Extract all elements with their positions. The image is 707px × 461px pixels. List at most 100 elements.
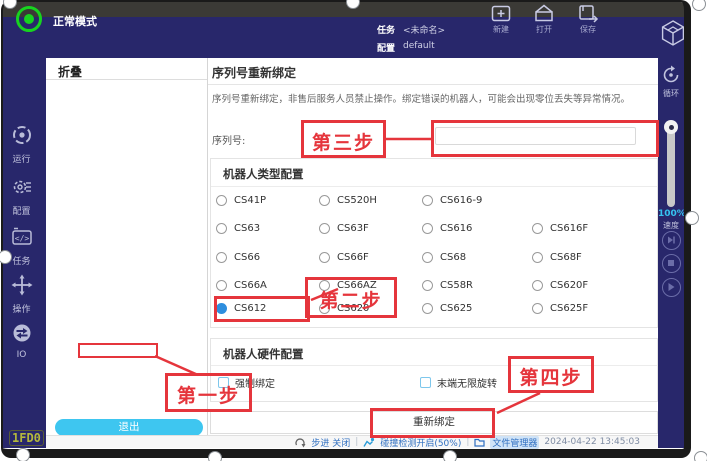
radio-cs616[interactable]: CS616 (422, 221, 472, 235)
radio-cs63f[interactable]: CS63F (319, 221, 369, 235)
new-button[interactable]: 新建 (479, 1, 523, 39)
radio-label: CS58R (440, 280, 473, 291)
radio-cs66a[interactable]: CS66A (216, 278, 267, 292)
radio-circle (532, 223, 543, 234)
checkbox-label: 末端无限旋转 (437, 375, 497, 390)
page-description: 序列号重新绑定，非售后服务人员禁止操作。绑定错误的机器人，可能会出现零位丢失等异… (212, 91, 656, 105)
mode-label: 正常模式 (53, 13, 97, 29)
speed-slider-track[interactable] (667, 125, 675, 207)
sidebar-item-io[interactable]: IO (0, 322, 43, 360)
step-mode-text[interactable]: 步进 关闭 (311, 436, 350, 449)
open-button[interactable]: 打开 (522, 1, 566, 39)
status-code: 1FD0 (9, 430, 44, 446)
radio-label: CS66AZ (337, 280, 377, 291)
radio-cs625f[interactable]: CS625F (532, 301, 588, 315)
serial-input[interactable] (435, 127, 636, 145)
speed-slider-knob[interactable] (664, 120, 678, 134)
step-mode-icon (295, 437, 306, 448)
radio-label: CS620 (337, 303, 369, 314)
new-file-icon (490, 3, 512, 23)
radio-cs612-selected[interactable]: CS612 (216, 301, 266, 315)
run-icon (11, 124, 33, 146)
brand-cube-icon (658, 18, 688, 48)
divider (211, 365, 657, 366)
radio-cs625[interactable]: CS625 (422, 301, 472, 315)
radio-circle (422, 223, 433, 234)
separator: | (355, 437, 358, 447)
sidebar-item-operate[interactable]: 操作 (0, 274, 43, 315)
radio-label: CS63F (337, 223, 369, 234)
radio-cs620[interactable]: CS620 (319, 301, 369, 315)
radio-cs66f[interactable]: CS66F (319, 250, 369, 264)
collision-detect-icon (363, 437, 375, 448)
radio-label: CS616F (550, 223, 588, 234)
save-icon (577, 3, 599, 23)
radio-cs68[interactable]: CS68 (422, 250, 466, 264)
radio-circle (319, 252, 330, 263)
radio-circle (422, 303, 433, 314)
exit-button[interactable]: 退出 (55, 419, 203, 436)
radio-label: CS616-9 (440, 195, 482, 206)
task-label: 任务 (377, 23, 395, 36)
open-button-label: 打开 (522, 24, 566, 35)
tree-collapse-header[interactable]: 折叠 (58, 63, 82, 80)
config-value: default (403, 41, 435, 51)
radio-circle (319, 280, 330, 291)
sidebar-item-label: 配置 (0, 204, 43, 217)
force-bind-checkbox[interactable]: 强制绑定 (218, 376, 275, 389)
radio-cs520h[interactable]: CS520H (319, 193, 377, 207)
selection-handle[interactable] (692, 0, 706, 11)
collision-detect-text[interactable]: 碰撞检测开启(50%) (380, 436, 461, 449)
radio-label: CS612 (234, 303, 266, 314)
radio-cs616-9[interactable]: CS616-9 (422, 193, 482, 207)
page-title: 序列号重新绑定 (212, 64, 296, 81)
radio-cs68f[interactable]: CS68F (532, 250, 582, 264)
sidebar-item-label: 操作 (0, 302, 43, 315)
selection-handle[interactable] (685, 211, 699, 225)
endless-rotation-checkbox[interactable]: 末端无限旋转 (420, 376, 497, 389)
selection-handle[interactable] (208, 451, 222, 461)
radio-circle (422, 252, 433, 263)
speed-label: 速度 (658, 220, 684, 231)
rebind-button[interactable]: 重新绑定 (210, 411, 658, 434)
loop-icon[interactable] (661, 65, 681, 85)
radio-cs66[interactable]: CS66 (216, 250, 260, 264)
sidebar-item-config[interactable]: 配置 (0, 176, 43, 217)
radio-circle (216, 252, 227, 263)
annotation-step3-text: 第三步 (301, 128, 386, 155)
selection-handle[interactable] (443, 450, 457, 461)
radio-label: CS68F (550, 252, 582, 263)
gear-icon (11, 176, 33, 198)
selection-handle[interactable] (694, 451, 707, 461)
serial-label: 序列号: (212, 132, 245, 147)
sidebar-item-run[interactable]: 运行 (0, 124, 43, 165)
radio-cs616f[interactable]: CS616F (532, 221, 588, 235)
radio-cs41p[interactable]: CS41P (216, 193, 266, 207)
save-button[interactable]: 保存 (566, 1, 610, 39)
radio-cs66az[interactable]: CS66AZ (319, 278, 377, 292)
open-file-icon (533, 3, 555, 23)
separator: | (466, 437, 469, 447)
file-manager-icon (474, 437, 485, 447)
sidebar-item-label: IO (0, 350, 43, 360)
radio-label: CS66F (337, 252, 369, 263)
divider (46, 79, 207, 80)
checkbox-square (420, 377, 431, 388)
mode-status-dot (24, 14, 34, 24)
radio-cs63[interactable]: CS63 (216, 221, 260, 235)
radio-circle (216, 280, 227, 291)
radio-cs58r[interactable]: CS58R (422, 278, 473, 292)
radio-circle (532, 252, 543, 263)
radio-cs620f[interactable]: CS620F (532, 278, 588, 292)
play-button[interactable] (662, 278, 681, 297)
radio-circle (422, 195, 433, 206)
right-panel (658, 58, 684, 448)
hardware-card: 机器人硬件配置 (210, 338, 658, 402)
file-manager-link[interactable]: 文件管理器 (490, 436, 539, 449)
step-forward-button[interactable] (662, 231, 681, 250)
stop-button[interactable] (662, 254, 681, 273)
speed-value: 100% (658, 209, 684, 219)
selection-handle[interactable] (16, 448, 30, 461)
divider (211, 186, 657, 187)
radio-circle (422, 280, 433, 291)
